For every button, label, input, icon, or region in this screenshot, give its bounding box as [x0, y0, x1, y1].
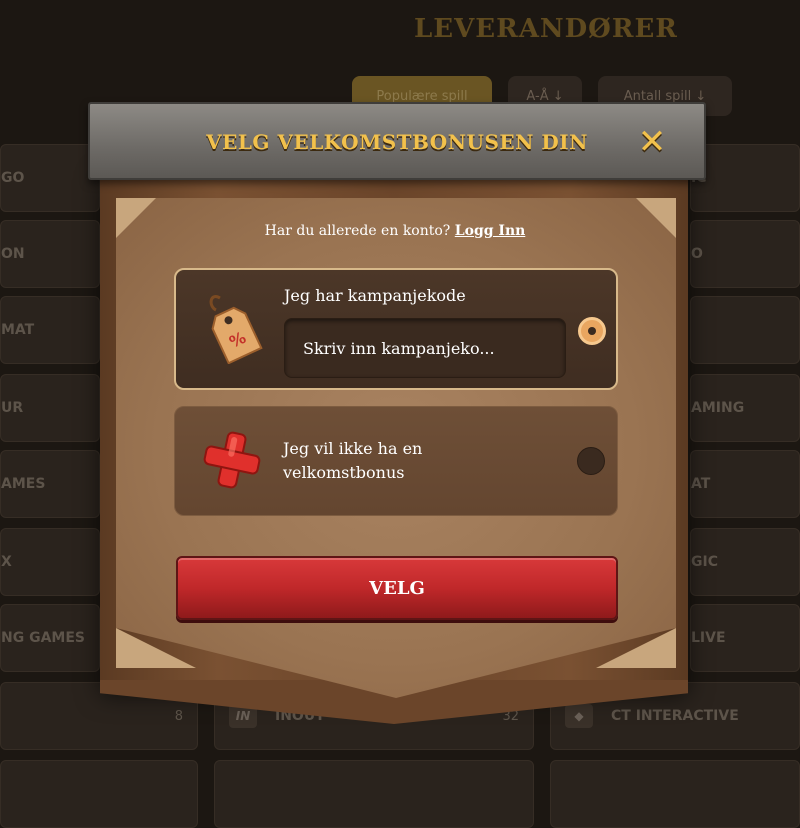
- option-no-bonus-label: Jeg vil ikke ha en velkomstbonus: [283, 437, 422, 485]
- provider-tile[interactable]: LIVE: [690, 604, 800, 672]
- provider-tile[interactable]: MAT: [0, 296, 100, 364]
- provider-name: ON: [1, 246, 25, 262]
- close-icon[interactable]: ✕: [636, 125, 668, 159]
- provider-name: O: [691, 246, 703, 262]
- provider-name: UR: [1, 400, 24, 416]
- provider-name: GIC: [691, 554, 718, 570]
- provider-tile[interactable]: [0, 760, 198, 828]
- login-prompt-text: Har du allerede en konto?: [264, 223, 451, 239]
- provider-tile[interactable]: [214, 760, 534, 828]
- provider-name: AT: [691, 476, 711, 492]
- ct-interactive-logo-icon: ◆: [565, 704, 593, 728]
- provider-name: AMES: [1, 476, 46, 492]
- price-tag-icon: %: [209, 295, 263, 364]
- provider-tile[interactable]: [550, 760, 800, 828]
- login-prompt-line: Har du allerede en konto? Logg Inn: [0, 223, 790, 239]
- provider-tile[interactable]: AMES: [0, 450, 100, 518]
- provider-tile[interactable]: IC: [690, 144, 800, 212]
- modal-header: VELG VELKOMSTBONUSEN DIN ✕: [88, 102, 706, 180]
- promo-code-input[interactable]: Skriv inn kampanjeko...: [284, 318, 566, 378]
- provider-tile[interactable]: AT: [690, 450, 800, 518]
- provider-tile[interactable]: [690, 296, 800, 364]
- provider-name: MAT: [1, 322, 35, 338]
- velg-submit-button[interactable]: VELG: [176, 556, 618, 620]
- login-link[interactable]: Logg Inn: [455, 223, 526, 239]
- option-promo-code[interactable]: % Jeg har kampanjekode Skriv inn kampanj…: [174, 268, 618, 390]
- option-promo-label: Jeg har kampanjekode: [284, 286, 466, 305]
- provider-tile[interactable]: NG GAMES: [0, 604, 100, 672]
- radio-no-bonus[interactable]: [577, 447, 605, 475]
- provider-tile[interactable]: UR: [0, 374, 100, 442]
- provider-name: X: [1, 554, 12, 570]
- provider-tile[interactable]: GIC: [690, 528, 800, 596]
- provider-name: CT INTERACTIVE: [611, 708, 739, 724]
- radio-promo-selected[interactable]: [578, 317, 606, 345]
- provider-tile[interactable]: X: [0, 528, 100, 596]
- option-no-bonus-line1: Jeg vil ikke ha en: [283, 439, 423, 458]
- modal-title: VELG VELKOMSTBONUSEN DIN: [206, 130, 588, 154]
- provider-name: LIVE: [691, 630, 726, 646]
- provider-count: 8: [174, 708, 183, 724]
- page-title: LEVERANDØRER: [414, 14, 678, 44]
- option-no-bonus-line2: velkomstbonus: [283, 463, 405, 482]
- option-no-bonus[interactable]: Jeg vil ikke ha en velkomstbonus: [174, 406, 618, 516]
- provider-name: GO: [1, 170, 25, 186]
- provider-name: AMING: [691, 400, 745, 416]
- red-cross-icon: [203, 431, 261, 489]
- provider-tile[interactable]: AMING: [690, 374, 800, 442]
- provider-name: NG GAMES: [1, 630, 85, 646]
- provider-tile[interactable]: GO: [0, 144, 100, 212]
